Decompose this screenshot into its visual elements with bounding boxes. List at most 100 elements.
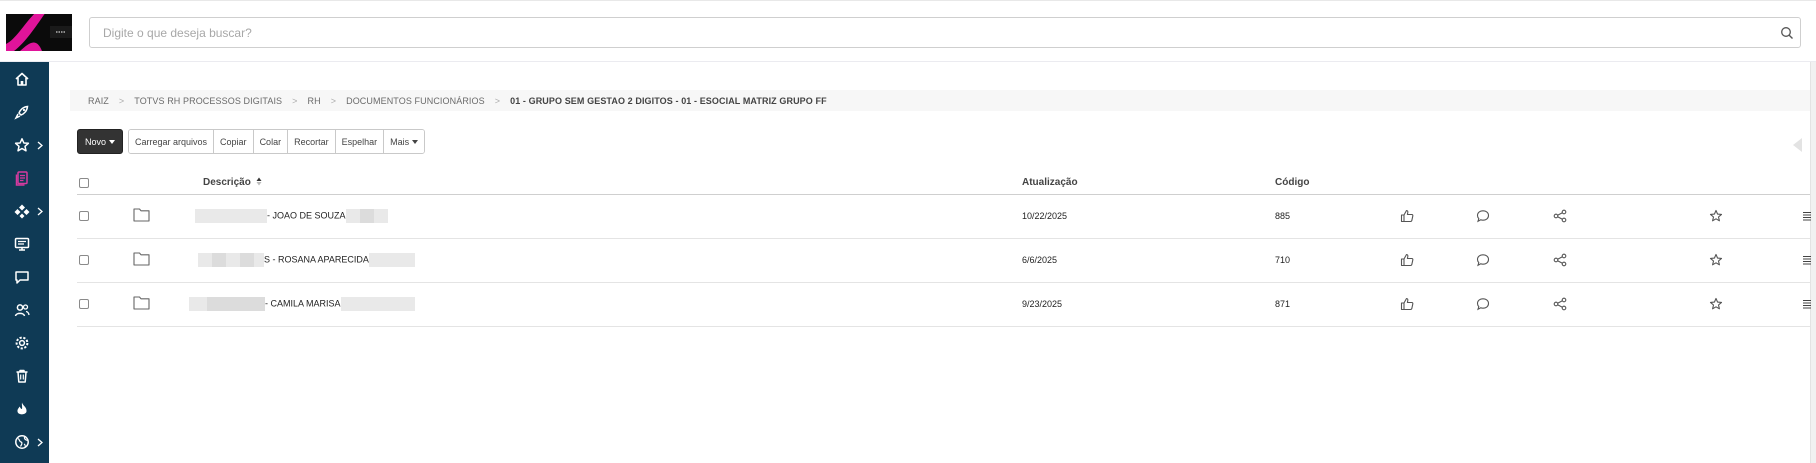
upload-button[interactable]: Carregar arquivos	[129, 130, 215, 153]
sidebar-item-users[interactable]	[0, 294, 49, 327]
documents-icon	[15, 171, 28, 186]
top-header	[0, 0, 1816, 62]
column-header-updated[interactable]: Atualização	[1022, 177, 1078, 188]
caret-down-icon	[109, 139, 116, 144]
sidebar-item-home[interactable]	[0, 63, 49, 96]
folder-icon	[133, 296, 150, 310]
breadcrumb-item-root[interactable]: RAIZ	[88, 96, 109, 106]
redacted-text	[240, 253, 254, 267]
star-icon[interactable]	[1709, 253, 1723, 267]
sidebar-item-rocket[interactable]	[0, 96, 49, 129]
breadcrumb-item-current: 01 - GRUPO SEM GESTAO 2 DIGITOS - 01 - E…	[510, 95, 827, 106]
table-row[interactable]: S - ROSANA APARECIDA 6/6/2025 710	[77, 239, 1811, 283]
chevron-right-icon	[37, 438, 43, 447]
column-header-description[interactable]: Descrição	[203, 177, 262, 188]
share-icon[interactable]	[1553, 209, 1567, 223]
menu-icon[interactable]	[1802, 209, 1816, 223]
row-updated: 10/22/2025	[1022, 211, 1068, 221]
sidebar	[0, 62, 49, 463]
comment-icon[interactable]	[1476, 209, 1490, 223]
table-row[interactable]: - CAMILA MARISA 9/23/2025 871	[77, 283, 1811, 327]
row-code: 710	[1275, 255, 1291, 265]
users-icon	[14, 304, 30, 317]
search-input[interactable]	[90, 18, 1800, 47]
row-checkbox[interactable]	[79, 211, 89, 221]
gear-icon	[15, 336, 29, 350]
workflow-icon	[14, 204, 30, 219]
sidebar-item-workflow[interactable]	[0, 195, 49, 228]
redacted-text	[340, 297, 415, 311]
share-icon[interactable]	[1553, 253, 1567, 267]
breadcrumb-separator: >	[494, 95, 501, 106]
like-icon[interactable]	[1400, 253, 1414, 267]
row-updated: 6/6/2025	[1022, 255, 1058, 265]
row-description[interactable]: - CAMILA MARISA	[189, 297, 415, 311]
row-description-label: - JOAO DE SOUZA	[267, 210, 346, 221]
search-box[interactable]	[89, 17, 1801, 48]
home-icon	[15, 72, 29, 86]
breadcrumb-item-totvs[interactable]: TOTVS RH PROCESSOS DIGITAIS	[134, 96, 282, 106]
folder-icon	[133, 252, 150, 266]
star-icon[interactable]	[1709, 209, 1723, 223]
row-description[interactable]: S - ROSANA APARECIDA	[198, 253, 415, 267]
table-row[interactable]: - JOAO DE SOUZA 10/22/2025 885	[77, 195, 1811, 239]
sidebar-item-settings[interactable]	[0, 327, 49, 360]
sidebar-item-monitor[interactable]	[0, 228, 49, 261]
chevron-right-icon	[37, 207, 43, 216]
folder-icon	[133, 208, 150, 222]
fire-icon	[17, 402, 27, 415]
share-icon[interactable]	[1553, 297, 1567, 311]
caret-down-icon	[412, 139, 419, 144]
mirror-button[interactable]: Espelhar	[335, 130, 385, 153]
rocket-icon	[14, 105, 29, 120]
breadcrumb-separator: >	[118, 95, 125, 106]
more-button[interactable]: Mais	[384, 130, 425, 153]
star-icon[interactable]	[1709, 297, 1723, 311]
redacted-text	[373, 209, 388, 223]
breadcrumb: RAIZ > TOTVS RH PROCESSOS DIGITAIS > RH …	[70, 90, 1810, 111]
sidebar-item-trash[interactable]	[0, 360, 49, 393]
row-checkbox[interactable]	[79, 299, 89, 309]
row-checkbox[interactable]	[79, 255, 89, 265]
like-icon[interactable]	[1400, 297, 1414, 311]
breadcrumb-item-rh[interactable]: RH	[308, 96, 321, 106]
row-code: 885	[1275, 211, 1291, 221]
sidebar-item-globe[interactable]	[0, 426, 49, 459]
column-header-code[interactable]: Código	[1275, 177, 1309, 188]
row-description[interactable]: - JOAO DE SOUZA	[195, 209, 388, 223]
breadcrumb-item-documentos[interactable]: DOCUMENTOS FUNCIONÁRIOS	[346, 96, 485, 106]
paste-button[interactable]: Colar	[253, 130, 289, 153]
sidebar-item-fire[interactable]	[0, 393, 49, 426]
redacted-text	[345, 209, 360, 223]
trash-icon	[16, 369, 28, 383]
comment-icon[interactable]	[1476, 297, 1490, 311]
breadcrumb-separator: >	[330, 95, 337, 106]
cut-button[interactable]: Recortar	[288, 130, 336, 153]
documents-table: Descrição Atualização Código - JOAO DE S…	[77, 171, 1811, 327]
copy-button[interactable]: Copiar	[214, 130, 254, 153]
menu-icon[interactable]	[1802, 253, 1816, 267]
sidebar-item-favorites[interactable]	[0, 129, 49, 162]
more-button-label: Mais	[390, 136, 410, 147]
file-actions-group: Carregar arquivos Copiar Colar Recortar …	[128, 129, 426, 154]
like-icon[interactable]	[1400, 209, 1414, 223]
redacted-text	[189, 297, 207, 311]
brand-logo[interactable]	[6, 14, 72, 51]
menu-icon[interactable]	[1802, 297, 1816, 311]
toolbar: Novo Carregar arquivos Copiar Colar Reco…	[77, 129, 426, 154]
table-header: Descrição Atualização Código	[77, 171, 1810, 195]
sidebar-item-chat[interactable]	[0, 261, 49, 294]
redacted-text	[359, 209, 374, 223]
redacted-text	[254, 253, 264, 267]
monitor-icon	[14, 237, 30, 251]
redacted-text	[207, 297, 265, 311]
comment-icon[interactable]	[1476, 253, 1490, 267]
search-icon[interactable]	[1780, 26, 1794, 40]
new-button[interactable]: Novo	[77, 129, 124, 154]
chevron-right-icon	[37, 141, 43, 150]
column-header-description-label: Descrição	[203, 177, 251, 188]
select-all-checkbox[interactable]	[79, 178, 89, 188]
collapse-panel-arrow-icon[interactable]	[1793, 138, 1802, 152]
sidebar-item-documents[interactable]	[0, 162, 49, 195]
redacted-text	[212, 253, 226, 267]
